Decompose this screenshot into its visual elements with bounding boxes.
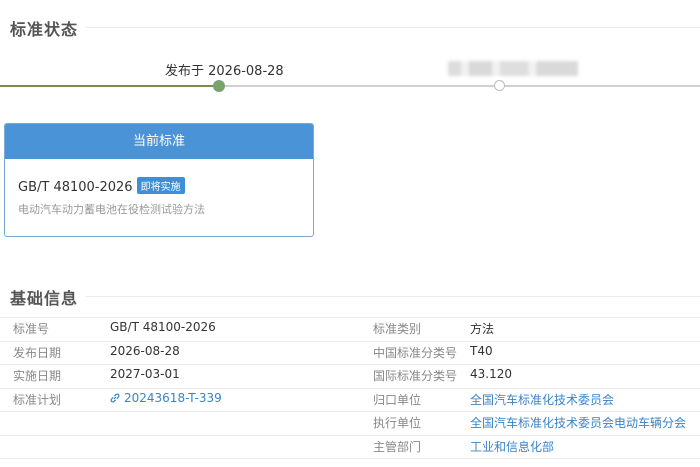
basic-info-title: 基础信息	[10, 289, 79, 308]
info-label-text: 归口单位	[373, 392, 422, 407]
table-row-divider	[0, 387, 700, 389]
link-icon	[110, 393, 120, 402]
info-value-text: 43.120	[470, 367, 512, 381]
info-label-text: 标准计划	[13, 392, 62, 407]
status-badge: 即将实施	[136, 177, 185, 194]
info-label-text: 标准号	[13, 322, 50, 336]
info-value: 2026-08-28	[110, 344, 180, 358]
timeline-progress-line	[0, 85, 219, 87]
table-row-divider	[0, 411, 700, 412]
timeline-pending-dot	[494, 80, 505, 91]
standard-status-title: 标准状态	[10, 20, 79, 39]
info-label: 标准号	[13, 320, 49, 337]
info-value-text: GB/T 48100-2026	[110, 320, 216, 334]
org-link-text: 工业和信息化部	[470, 439, 555, 454]
info-label-text: 标准类别	[373, 322, 422, 336]
timeline-remaining-line	[219, 85, 700, 87]
info-value-text: 方法	[470, 322, 495, 336]
info-value: 2027-03-01	[110, 367, 180, 381]
table-row-divider	[0, 364, 700, 365]
info-label-text: 中国标准分类号	[373, 345, 458, 360]
card-header: 当前标准	[5, 124, 313, 159]
org-link[interactable]: 全国汽车标准化技术委员会电动车辆分会	[470, 414, 686, 431]
org-link-text: 全国汽车标准化技术委员会电动车辆分会	[470, 416, 687, 430]
timeline-published-label: 发布于 2026-08-28	[165, 64, 284, 79]
standard-code-text: GB/T 48100-2026	[18, 180, 133, 195]
org-link[interactable]: 全国汽车标准化技术委员会	[470, 391, 614, 408]
standard-description: 电动汽车动力蓄电池在役检测试验方法	[18, 203, 205, 216]
info-value: T40	[470, 344, 493, 358]
info-label: 中国标准分类号	[373, 344, 457, 361]
info-label: 标准计划	[13, 391, 61, 408]
info-label-text: 实施日期	[13, 369, 62, 383]
section-divider	[86, 27, 700, 28]
standard-plan-link-text: 20243618-T-339	[124, 390, 222, 405]
info-label: 标准类别	[373, 320, 421, 337]
standard-code: GB/T 48100-2026 即将实施	[18, 177, 185, 195]
standard-plan-link[interactable]: 20243618-T-339	[110, 391, 222, 405]
info-label: 主管部门	[373, 438, 421, 455]
info-value: 方法	[470, 320, 494, 337]
org-link[interactable]: 工业和信息化部	[470, 438, 554, 455]
table-row-divider	[0, 340, 700, 342]
section-divider	[86, 296, 700, 297]
info-label: 实施日期	[13, 367, 61, 384]
org-link-text: 全国汽车标准化技术委员会	[470, 392, 615, 407]
info-label-text: 主管部门	[373, 439, 422, 454]
info-label: 国际标准分类号	[373, 367, 457, 384]
info-label: 执行单位	[373, 414, 421, 431]
info-label: 归口单位	[373, 391, 421, 408]
info-value-text: 2027-03-01	[110, 367, 180, 381]
timeline-published-dot	[213, 80, 225, 92]
timeline-blurred-label	[448, 61, 578, 76]
info-value-text: T40	[470, 343, 493, 358]
table-row-divider	[0, 434, 700, 436]
info-label-text: 发布日期	[13, 345, 62, 360]
info-value: GB/T 48100-2026	[110, 320, 216, 334]
current-standard-card[interactable]: 当前标准 GB/T 48100-2026 即将实施 电动汽车动力蓄电池在役检测试验…	[4, 123, 314, 237]
info-label: 发布日期	[13, 344, 61, 361]
info-value-text: 2026-08-28	[110, 343, 180, 358]
table-row-divider	[0, 458, 700, 459]
info-label-text: 国际标准分类号	[373, 369, 458, 383]
info-value: 43.120	[470, 367, 512, 381]
table-row-divider	[0, 317, 700, 318]
info-label-text: 执行单位	[373, 416, 422, 430]
